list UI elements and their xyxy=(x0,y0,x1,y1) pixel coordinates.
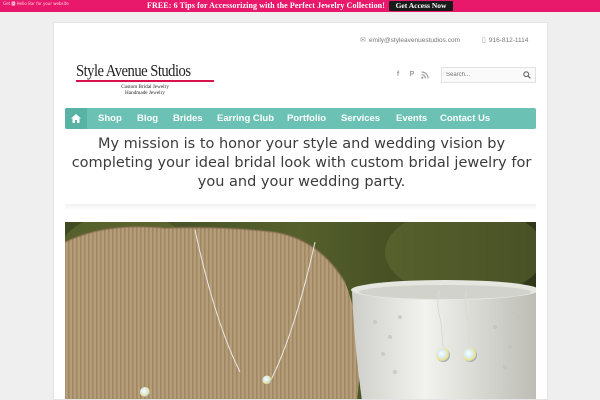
contact-email[interactable]: ✉ emily@styleavenuestudios.com xyxy=(360,36,460,45)
contact-phone[interactable]: ▯ 916-812-1114 xyxy=(482,36,528,45)
logo-subtitle-handmade: Handmade Jewelry xyxy=(125,90,165,96)
logo-rule xyxy=(76,80,214,82)
nav-contact-us[interactable]: Contact Us xyxy=(440,108,490,129)
search-icon[interactable] xyxy=(523,71,531,79)
get-access-button[interactable]: Get Access Now xyxy=(389,1,453,11)
mission-line-2: completing your ideal bridal look with c… xyxy=(71,155,532,171)
phone-icon: ▯ xyxy=(482,37,486,44)
envelope-icon: ✉ xyxy=(360,37,366,44)
nav-blog[interactable]: Blog xyxy=(137,108,158,129)
mission-statement: My mission is to honor your style and we… xyxy=(54,135,547,192)
main-nav: Shop Blog Brides Earring Club Portfolio … xyxy=(65,108,536,129)
page-container: ✉ emily@styleavenuestudios.com ▯ 916-812-1… xyxy=(53,22,548,400)
contact-email-text: emily@styleavenuestudios.com xyxy=(368,37,461,44)
nav-home[interactable] xyxy=(65,108,87,129)
nav-earring-club[interactable]: Earring Club xyxy=(217,108,274,129)
nav-events[interactable]: Events xyxy=(396,108,427,129)
nav-brides[interactable]: Brides xyxy=(173,108,203,129)
mission-line-1: My mission is to honor your style and we… xyxy=(97,136,506,152)
nav-portfolio[interactable]: Portfolio xyxy=(287,108,326,129)
hello-bar-text: FREE: 6 Tips for Accessorizing with the … xyxy=(147,1,385,10)
mission-line-3: you and your wedding party. xyxy=(197,174,406,190)
nav-services[interactable]: Services xyxy=(341,108,380,129)
facebook-icon[interactable]: f xyxy=(393,70,403,80)
section-divider xyxy=(65,204,536,210)
hello-bar: Get 🅷 Hello Bar for your website FREE: 6… xyxy=(0,0,600,12)
site-logo[interactable]: Style Avenue Studios Custom Bridal Jewel… xyxy=(76,61,216,107)
search-box xyxy=(441,67,536,83)
hero-jewelry-photo xyxy=(65,222,536,399)
home-icon xyxy=(71,114,81,123)
rss-icon[interactable] xyxy=(420,70,430,80)
nav-shop[interactable]: Shop xyxy=(98,108,122,129)
contact-phone-text: 916-812-1114 xyxy=(488,37,529,44)
pinterest-icon[interactable]: P xyxy=(407,70,417,80)
logo-title: Style Avenue Studios xyxy=(76,61,191,80)
search-input[interactable] xyxy=(442,68,522,82)
hello-bar-tag[interactable]: Get 🅷 Hello Bar for your website xyxy=(3,1,69,6)
